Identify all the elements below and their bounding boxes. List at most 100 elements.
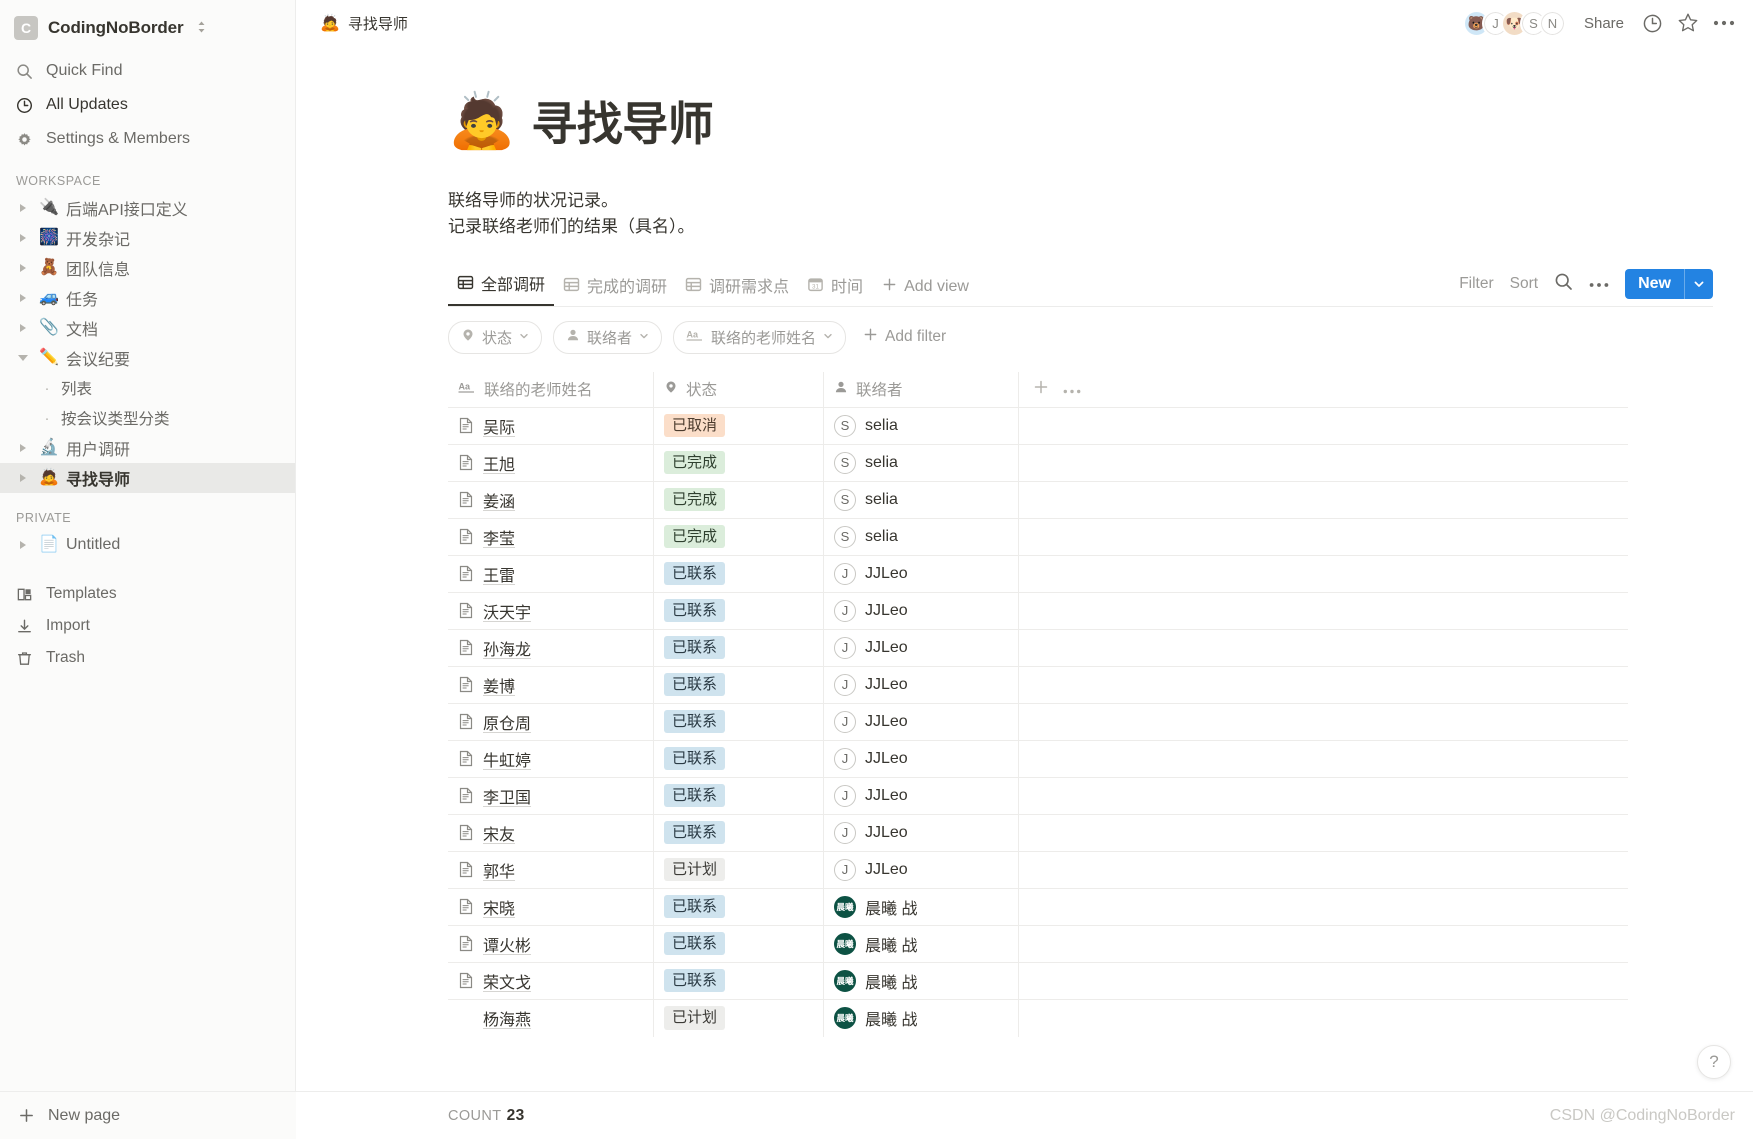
add-view-button[interactable]: Add view (872, 277, 977, 306)
row-title[interactable]: 荣文戈 (483, 969, 531, 993)
tab-timeline[interactable]: 31 时间 (798, 273, 872, 306)
chevron-down-icon[interactable] (14, 355, 32, 361)
table-row[interactable]: 李莹 已完成 Sselia (448, 518, 1628, 556)
table-row[interactable]: 郭华 已计划 J JJLeo (448, 851, 1628, 889)
column-header-status[interactable]: 状态 (653, 371, 823, 407)
table-row[interactable]: 原仓周 已联系 J JJLeo (448, 703, 1628, 741)
tree-item-documents[interactable]: 📎 文档 (0, 313, 295, 343)
cell-teacher-name[interactable]: 宋晓 (448, 889, 653, 925)
cell-teacher-name[interactable]: 宋友 (448, 815, 653, 851)
cell-contacter[interactable]: 晨曦 晨曦 战 (823, 962, 1018, 999)
row-title[interactable]: 王雷 (483, 562, 515, 586)
cell-contacter[interactable]: J JJLeo (823, 555, 1018, 592)
avatar-stack[interactable]: 🐻 J 🐶 S N (1462, 9, 1566, 37)
row-title[interactable]: 姜涵 (483, 488, 515, 512)
cell-status[interactable]: 已联系 (653, 592, 823, 629)
table-row[interactable]: 荣文戈 已联系 晨曦 晨曦 战 (448, 962, 1628, 1000)
tree-item-by-meeting-type[interactable]: · 按会议类型分类 (0, 403, 295, 433)
chevron-right-icon[interactable] (14, 204, 32, 212)
cell-teacher-name[interactable]: 王旭 (448, 445, 653, 481)
cell-contacter[interactable]: J JJLeo (823, 777, 1018, 814)
chevron-right-icon[interactable] (14, 474, 32, 482)
table-row[interactable]: 王旭 已完成 Sselia (448, 444, 1628, 482)
table-row[interactable]: 沃天宇 已联系 J JJLeo (448, 592, 1628, 630)
cell-contacter[interactable]: 晨曦 晨曦 战 (823, 925, 1018, 962)
cell-status[interactable]: 已联系 (653, 814, 823, 851)
cell-status[interactable]: 已联系 (653, 888, 823, 925)
share-button[interactable]: Share (1580, 12, 1628, 35)
row-title[interactable]: 原仓周 (483, 710, 531, 734)
sidebar-item-trash[interactable]: Trash (0, 642, 295, 674)
filter-chip-teacher-name[interactable]: Aa 联络的老师姓名 (673, 320, 847, 354)
sidebar-item-templates[interactable]: Templates (0, 578, 295, 610)
table-row[interactable]: 王雷 已联系 J JJLeo (448, 555, 1628, 593)
tree-item-team-info[interactable]: 🧸 团队信息 (0, 253, 295, 283)
filter-chip-status[interactable]: 状态 (448, 320, 543, 354)
tab-completed-research[interactable]: 完成的调研 (554, 273, 676, 306)
row-title[interactable]: 宋晓 (483, 895, 515, 919)
table-row[interactable]: 谭火彬 已联系 晨曦 晨曦 战 (448, 925, 1628, 963)
tree-item-dev-notes[interactable]: 🎆 开发杂记 (0, 223, 295, 253)
new-record-button[interactable]: New (1625, 268, 1713, 299)
cell-contacter[interactable]: 晨曦 晨曦 战 (823, 888, 1018, 925)
row-title[interactable]: 郭华 (483, 858, 515, 882)
cell-teacher-name[interactable]: 吴际 (448, 408, 653, 444)
tab-all-research[interactable]: 全部调研 (448, 271, 555, 306)
cell-status[interactable]: 已计划 (653, 851, 823, 888)
row-title[interactable]: 王旭 (483, 451, 515, 475)
chevron-right-icon[interactable] (14, 264, 32, 272)
cell-contacter[interactable]: J JJLeo (823, 592, 1018, 629)
chevron-right-icon[interactable] (14, 294, 32, 302)
breadcrumb[interactable]: 🙇 寻找导师 (320, 13, 408, 34)
tab-research-requirements[interactable]: 调研需求点 (676, 273, 798, 306)
cell-contacter[interactable]: Sselia (823, 518, 1018, 555)
new-page-button[interactable]: New page (0, 1091, 296, 1139)
cell-status[interactable]: 已联系 (653, 925, 823, 962)
row-title[interactable]: 谭火彬 (483, 932, 531, 956)
cell-status[interactable]: 已取消 (653, 407, 823, 444)
tree-item-user-research[interactable]: 🔬 用户调研 (0, 433, 295, 463)
table-row[interactable]: 姜涵 已完成 Sselia (448, 481, 1628, 519)
cell-contacter[interactable]: Sselia (823, 444, 1018, 481)
row-title[interactable]: 吴际 (483, 414, 515, 438)
cell-status[interactable]: 已联系 (653, 666, 823, 703)
more-icon[interactable] (1063, 379, 1081, 399)
cell-status[interactable]: 已完成 (653, 481, 823, 518)
add-filter-button[interactable]: Add filter (857, 327, 946, 347)
table-row[interactable]: 杨海燕 已计划 晨曦 晨曦 战 (448, 999, 1628, 1037)
page-title-emoji[interactable]: 🙇 (448, 94, 515, 148)
cell-status[interactable]: 已联系 (653, 555, 823, 592)
tree-item-untitled[interactable]: 📄 Untitled (0, 530, 295, 560)
column-header-teacher-name[interactable]: Aa 联络的老师姓名 (448, 372, 653, 407)
cell-teacher-name[interactable]: 杨海燕 (448, 1000, 653, 1037)
table-row[interactable]: 宋晓 已联系 晨曦 晨曦 战 (448, 888, 1628, 926)
tree-item-tasks[interactable]: 🚙 任务 (0, 283, 295, 313)
chevron-right-icon[interactable] (14, 444, 32, 452)
row-title[interactable]: 沃天宇 (483, 599, 531, 623)
filter-button[interactable]: Filter (1459, 275, 1493, 293)
chevron-right-icon[interactable] (14, 234, 32, 242)
star-icon[interactable] (1677, 12, 1699, 34)
table-row[interactable]: 牛虹婷 已联系 J JJLeo (448, 740, 1628, 778)
tree-item-find-mentor[interactable]: 🙇 寻找导师 (0, 463, 295, 493)
column-header-contacter[interactable]: 联络者 (823, 371, 1018, 407)
cell-teacher-name[interactable]: 原仓周 (448, 704, 653, 740)
cell-teacher-name[interactable]: 沃天宇 (448, 593, 653, 629)
table-row[interactable]: 李卫国 已联系 J JJLeo (448, 777, 1628, 815)
cell-status[interactable]: 已联系 (653, 777, 823, 814)
cell-status[interactable]: 已联系 (653, 740, 823, 777)
help-button[interactable]: ? (1697, 1045, 1731, 1079)
cell-contacter[interactable]: J JJLeo (823, 851, 1018, 888)
tree-item-list[interactable]: · 列表 (0, 373, 295, 403)
sidebar-item-import[interactable]: Import (0, 610, 295, 642)
cell-contacter[interactable]: Sselia (823, 481, 1018, 518)
table-row[interactable]: 姜博 已联系 J JJLeo (448, 666, 1628, 704)
table-row[interactable]: 孙海龙 已联系 J JJLeo (448, 629, 1628, 667)
row-title[interactable]: 李莹 (483, 525, 515, 549)
workspace-switcher[interactable]: C CodingNoBorder (0, 0, 295, 52)
cell-teacher-name[interactable]: 姜涵 (448, 482, 653, 518)
cell-contacter[interactable]: J JJLeo (823, 666, 1018, 703)
cell-status[interactable]: 已联系 (653, 962, 823, 999)
cell-teacher-name[interactable]: 郭华 (448, 852, 653, 888)
sidebar-item-quick-find[interactable]: Quick Find (0, 54, 295, 88)
